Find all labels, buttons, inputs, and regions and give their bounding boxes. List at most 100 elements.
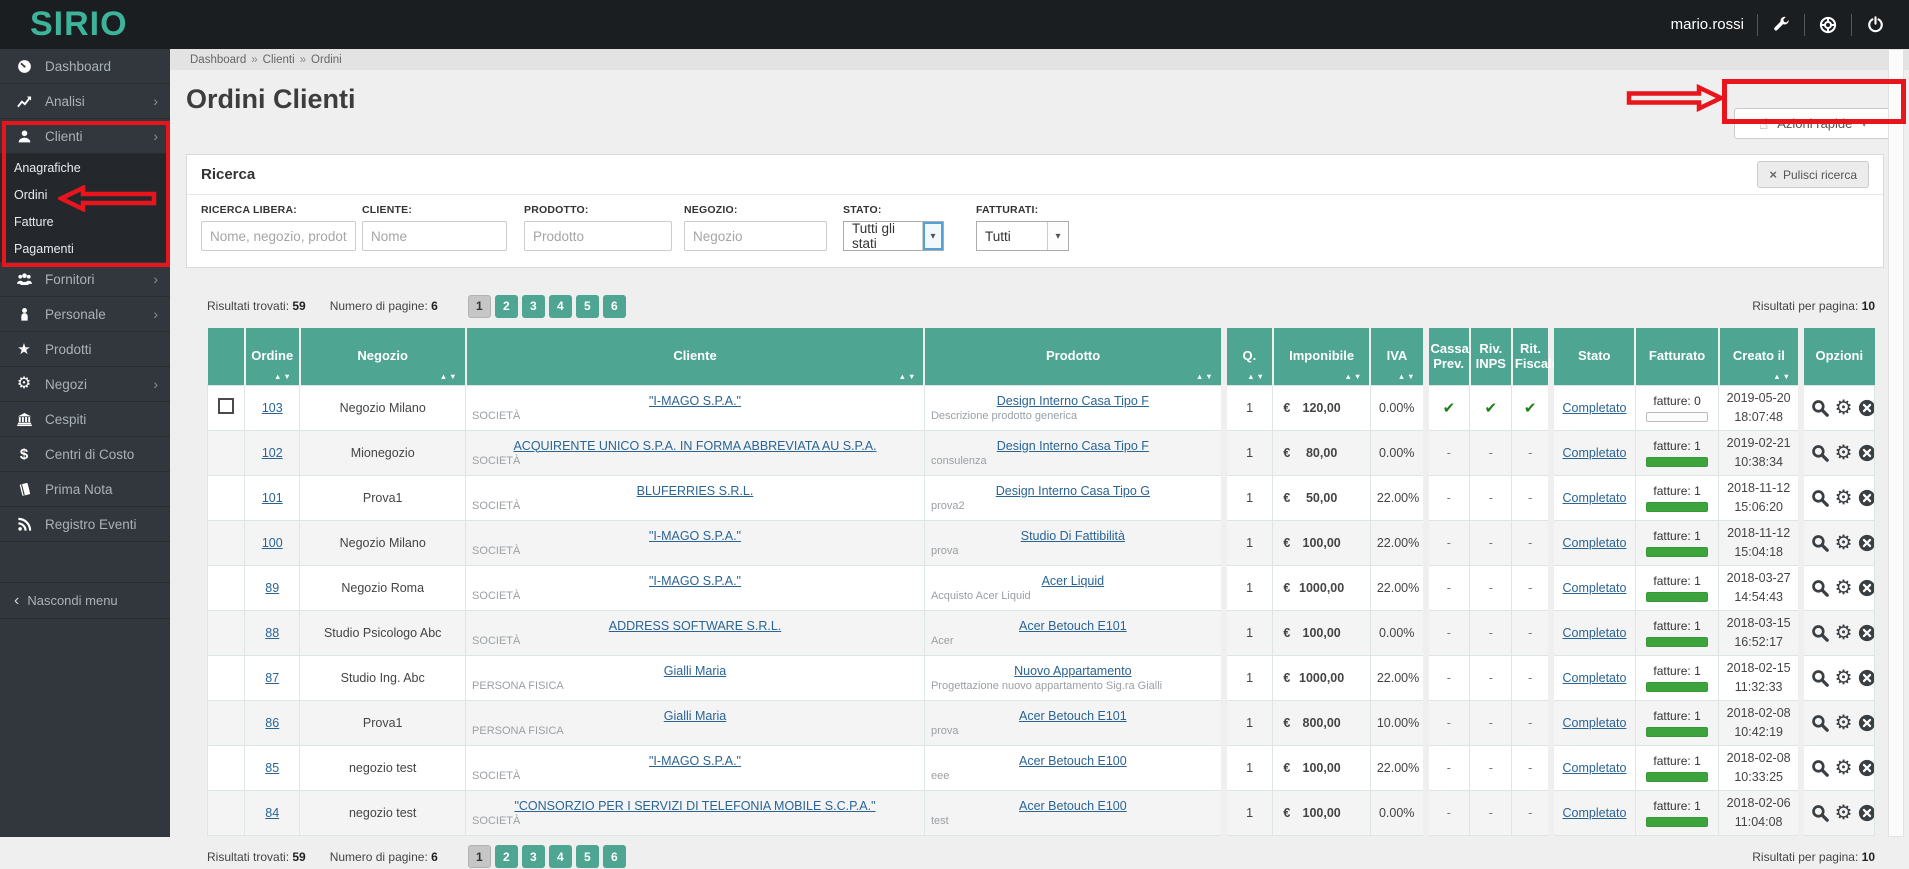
stato-link[interactable]: Completato <box>1563 491 1627 505</box>
prodotto-link[interactable]: Acer Liquid <box>1042 574 1105 588</box>
stato-link[interactable]: Completato <box>1563 716 1627 730</box>
gear-icon[interactable]: ⚙ <box>1834 578 1854 598</box>
column-header-imponibile[interactable]: Imponibile▲▼ <box>1273 328 1370 385</box>
delete-icon[interactable] <box>1857 623 1874 643</box>
cliente-link[interactable]: "I-MAGO S.P.A." <box>649 574 741 588</box>
stato-link[interactable]: Completato <box>1563 536 1627 550</box>
input-negozio[interactable] <box>684 221 827 251</box>
sidebar-item-cespiti[interactable]: Cespiti › <box>0 402 170 437</box>
pagination-page-3[interactable]: 3 <box>522 845 545 868</box>
quick-actions-button[interactable]: ☝ Azioni rapide ▾ <box>1734 108 1892 139</box>
gear-icon[interactable]: ⚙ <box>1834 488 1854 508</box>
cliente-link[interactable]: "I-MAGO S.P.A." <box>649 754 741 768</box>
delete-icon[interactable] <box>1857 668 1874 688</box>
select-stato[interactable]: Tutti gli stati ▾ <box>843 221 944 251</box>
gear-icon[interactable]: ⚙ <box>1834 758 1854 778</box>
cliente-link[interactable]: "I-MAGO S.P.A." <box>649 394 741 408</box>
view-icon[interactable] <box>1810 488 1830 508</box>
wrench-icon[interactable] <box>1771 15 1791 35</box>
delete-icon[interactable] <box>1857 398 1874 418</box>
cliente-link[interactable]: Gialli Maria <box>664 664 727 678</box>
pagination-page-4[interactable]: 4 <box>549 295 572 318</box>
help-lifering-icon[interactable] <box>1818 15 1838 35</box>
prodotto-link[interactable]: Acer Betouch E101 <box>1019 619 1127 633</box>
chevron-down-icon[interactable]: ▾ <box>922 222 943 250</box>
stato-link[interactable]: Completato <box>1563 626 1627 640</box>
delete-icon[interactable] <box>1857 758 1874 778</box>
gear-icon[interactable]: ⚙ <box>1834 713 1854 733</box>
prodotto-link[interactable]: Nuovo Appartamento <box>1014 664 1131 678</box>
pagination-page-6[interactable]: 6 <box>603 295 626 318</box>
order-number-link[interactable]: 84 <box>265 806 279 820</box>
prodotto-link[interactable]: Design Interno Casa Tipo F <box>997 394 1149 408</box>
stato-link[interactable]: Completato <box>1563 671 1627 685</box>
sidebar-item-personale[interactable]: Personale › <box>0 297 170 332</box>
gear-icon[interactable]: ⚙ <box>1834 398 1854 418</box>
view-icon[interactable] <box>1810 668 1830 688</box>
username[interactable]: mario.rossi <box>1671 16 1744 33</box>
breadcrumb-item-dashboard[interactable]: Dashboard <box>190 54 246 66</box>
sort-icons[interactable]: ▲▼ <box>899 372 918 381</box>
cliente-link[interactable]: "I-MAGO S.P.A." <box>649 529 741 543</box>
column-header-prodotto[interactable]: Prodotto▲▼ <box>924 328 1223 385</box>
sort-icons[interactable]: ▲▼ <box>440 372 459 381</box>
delete-icon[interactable] <box>1857 533 1874 553</box>
sidebar-item-prodotti[interactable]: ★ Prodotti › <box>0 332 170 367</box>
input-prodotto[interactable] <box>524 221 672 251</box>
sort-icons[interactable]: ▲▼ <box>1398 372 1417 381</box>
sidebar-item-pagamenti[interactable]: Pagamenti <box>0 235 170 262</box>
order-number-link[interactable]: 86 <box>265 716 279 730</box>
prodotto-link[interactable]: Acer Betouch E100 <box>1019 754 1127 768</box>
prodotto-link[interactable]: Acer Betouch E101 <box>1019 709 1127 723</box>
pagination-page-5[interactable]: 5 <box>576 845 599 868</box>
view-icon[interactable] <box>1810 578 1830 598</box>
view-icon[interactable] <box>1810 398 1830 418</box>
pagination-page-2[interactable]: 2 <box>495 845 518 868</box>
pagination-page-1[interactable]: 1 <box>468 845 491 868</box>
view-icon[interactable] <box>1810 443 1830 463</box>
delete-icon[interactable] <box>1857 713 1874 733</box>
sidebar-item-prima-nota[interactable]: Prima Nota › <box>0 472 170 507</box>
view-icon[interactable] <box>1810 803 1830 823</box>
prodotto-link[interactable]: Acer Betouch E100 <box>1019 799 1127 813</box>
prodotto-link[interactable]: Design Interno Casa Tipo G <box>996 484 1150 498</box>
sidebar-item-negozi[interactable]: ⚙ Negozi › <box>0 367 170 402</box>
cliente-link[interactable]: ADDRESS SOFTWARE S.R.L. <box>609 619 781 633</box>
collapse-menu-button[interactable]: ‹ Nascondi menu <box>0 582 170 619</box>
sidebar-item-anagrafiche[interactable]: Anagrafiche <box>0 154 170 181</box>
chevron-down-icon[interactable]: ▾ <box>1047 222 1068 250</box>
sort-icons[interactable]: ▲▼ <box>274 372 293 381</box>
order-number-link[interactable]: 89 <box>265 581 279 595</box>
sidebar-item-fatture[interactable]: Fatture <box>0 208 170 235</box>
sidebar-item-dashboard[interactable]: Dashboard › <box>0 49 170 84</box>
gear-icon[interactable]: ⚙ <box>1834 803 1854 823</box>
order-number-link[interactable]: 102 <box>262 446 283 460</box>
sidebar-item-ordini[interactable]: Ordini <box>0 181 170 208</box>
breadcrumb-item-clienti[interactable]: Clienti <box>263 54 295 66</box>
cliente-link[interactable]: "CONSORZIO PER I SERVIZI DI TELEFONIA MO… <box>514 799 875 813</box>
delete-icon[interactable] <box>1857 488 1874 508</box>
order-number-link[interactable]: 87 <box>265 671 279 685</box>
stato-link[interactable]: Completato <box>1563 446 1627 460</box>
prodotto-link[interactable]: Design Interno Casa Tipo F <box>997 439 1149 453</box>
column-header-creato-il[interactable]: Creato il▲▼ <box>1719 328 1801 385</box>
gear-icon[interactable]: ⚙ <box>1834 533 1854 553</box>
pagination-page-5[interactable]: 5 <box>576 295 599 318</box>
order-number-link[interactable]: 100 <box>262 536 283 550</box>
delete-icon[interactable] <box>1857 578 1874 598</box>
stato-link[interactable]: Completato <box>1563 401 1627 415</box>
pagination-page-1[interactable]: 1 <box>468 295 491 318</box>
column-header-negozio[interactable]: Negozio▲▼ <box>300 328 466 385</box>
pagination-page-6[interactable]: 6 <box>603 845 626 868</box>
gear-icon[interactable]: ⚙ <box>1834 623 1854 643</box>
cliente-link[interactable]: BLUFERRIES S.R.L. <box>637 484 754 498</box>
input-cliente[interactable] <box>362 221 507 251</box>
pagination-page-3[interactable]: 3 <box>522 295 545 318</box>
sort-icons[interactable]: ▲▼ <box>1247 372 1266 381</box>
sort-icons[interactable]: ▲▼ <box>1773 372 1792 381</box>
sort-icons[interactable]: ▲▼ <box>1196 372 1215 381</box>
prodotto-link[interactable]: Studio Di Fattibilità <box>1021 529 1125 543</box>
order-number-link[interactable]: 88 <box>265 626 279 640</box>
clear-search-button[interactable]: × Pulisci ricerca <box>1757 161 1869 188</box>
gear-icon[interactable]: ⚙ <box>1834 443 1854 463</box>
